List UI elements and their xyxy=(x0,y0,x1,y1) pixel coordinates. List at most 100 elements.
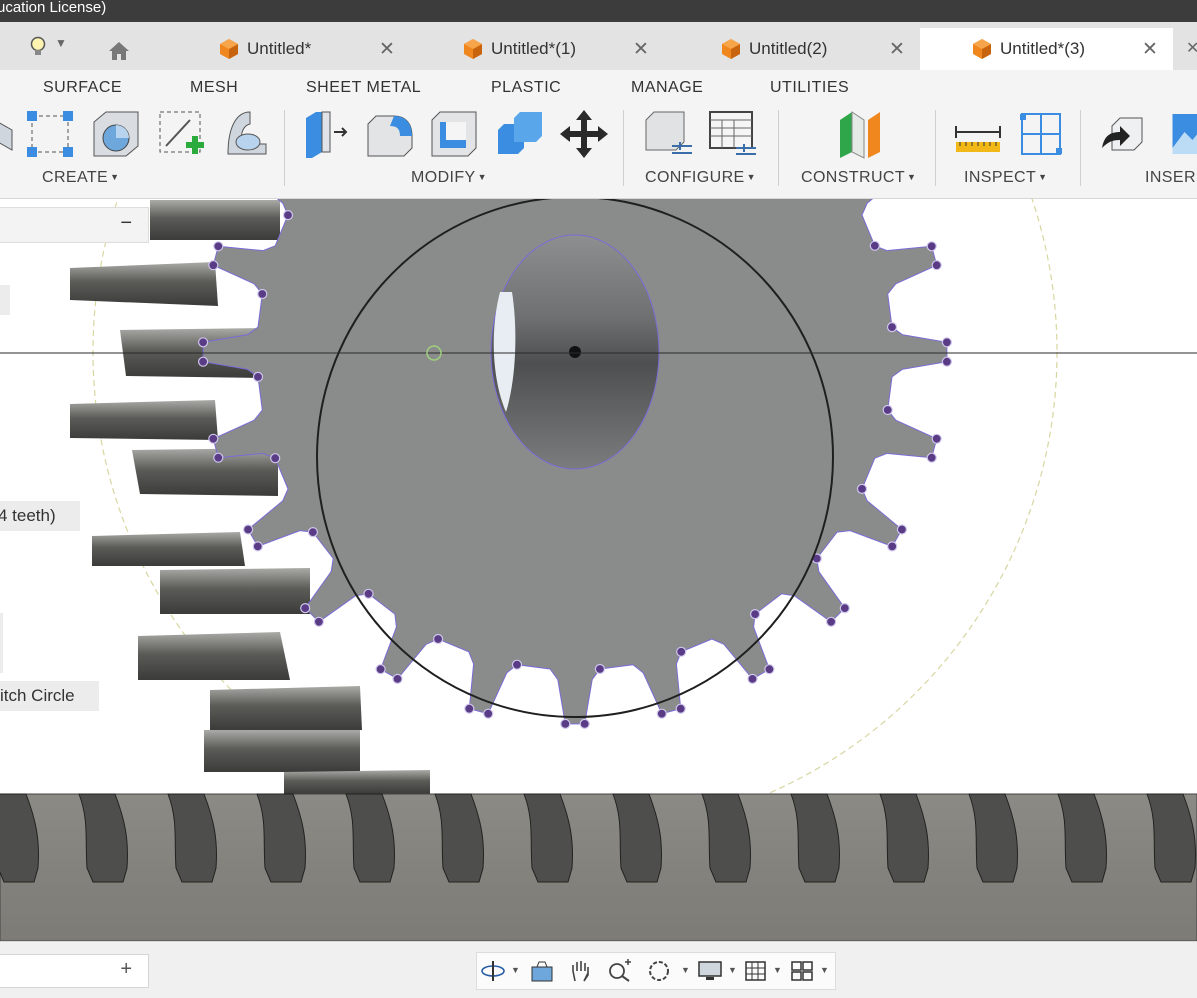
sketch-point[interactable] xyxy=(301,604,310,613)
group-configure[interactable]: CONFIGURE▼ xyxy=(645,169,756,187)
sketch-point[interactable] xyxy=(199,357,208,366)
sketch-point[interactable] xyxy=(765,665,774,674)
fit-icon[interactable] xyxy=(647,959,673,983)
sketch-point[interactable] xyxy=(897,525,906,534)
comments-panel[interactable]: + xyxy=(0,954,149,988)
sketch-point[interactable] xyxy=(254,372,263,381)
sketch-point[interactable] xyxy=(883,406,892,415)
chevron-down-icon[interactable]: ▼ xyxy=(681,965,690,975)
home-icon[interactable] xyxy=(107,40,131,67)
sketch-point[interactable] xyxy=(513,660,522,669)
add-comment-button[interactable]: + xyxy=(120,958,132,981)
group-insert[interactable]: INSER xyxy=(1145,169,1196,187)
create-cylinder-icon[interactable] xyxy=(90,108,142,160)
sketch-point[interactable] xyxy=(888,323,897,332)
tab-untitled-1[interactable]: Untitled*(1) ✕ xyxy=(449,28,669,70)
orbit-icon[interactable] xyxy=(480,959,506,983)
close-icon[interactable]: ✕ xyxy=(633,38,649,61)
sketch-point[interactable] xyxy=(314,617,323,626)
sketch-point[interactable] xyxy=(657,709,666,718)
look-at-icon[interactable] xyxy=(529,959,555,983)
browser-item-pitch-circle[interactable]: itch Circle xyxy=(0,681,99,711)
sketch-point[interactable] xyxy=(561,719,570,728)
more-tabs-icon[interactable]: ✕ xyxy=(1186,38,1197,58)
tab-plastic[interactable]: PLASTIC xyxy=(491,79,561,97)
configure-parameter-icon[interactable] xyxy=(642,108,694,160)
chevron-down-icon[interactable]: ▼ xyxy=(773,965,782,975)
section-analysis-icon[interactable] xyxy=(1016,108,1068,160)
sketch-point[interactable] xyxy=(580,719,589,728)
measure-icon[interactable] xyxy=(952,108,1004,160)
sketch-point[interactable] xyxy=(284,211,293,220)
create-form-icon[interactable] xyxy=(0,108,14,160)
sketch-point[interactable] xyxy=(595,665,604,674)
shell-icon[interactable] xyxy=(428,108,480,160)
sketch-point[interactable] xyxy=(271,454,280,463)
sketch-point[interactable] xyxy=(434,635,443,644)
pan-icon[interactable] xyxy=(567,959,593,983)
sketch-point[interactable] xyxy=(244,525,253,534)
group-inspect[interactable]: INSPECT▼ xyxy=(964,169,1047,187)
move-icon[interactable] xyxy=(558,108,610,160)
sketch-point[interactable] xyxy=(393,674,402,683)
grid-icon[interactable] xyxy=(743,959,769,983)
sketch-point[interactable] xyxy=(927,453,936,462)
sketch-point[interactable] xyxy=(927,242,936,251)
sketch-point[interactable] xyxy=(870,241,879,250)
close-icon[interactable]: ✕ xyxy=(379,38,395,61)
chevron-down-icon[interactable]: ▼ xyxy=(55,36,67,50)
sketch-point[interactable] xyxy=(258,290,267,299)
tab-mesh[interactable]: MESH xyxy=(190,79,238,97)
construct-plane-icon[interactable] xyxy=(832,108,884,160)
tab-untitled[interactable]: Untitled* ✕ xyxy=(205,28,405,70)
sketch-point[interactable] xyxy=(376,665,385,674)
sketch-point[interactable] xyxy=(214,242,223,251)
create-sketch-plus-icon[interactable] xyxy=(156,108,208,160)
sketch-point[interactable] xyxy=(827,617,836,626)
sketch-point[interactable] xyxy=(942,338,951,347)
insert-canvas-icon[interactable] xyxy=(1162,108,1197,160)
sketch-point[interactable] xyxy=(858,484,867,493)
model-scene[interactable] xyxy=(0,199,1197,941)
configure-table-icon[interactable] xyxy=(706,108,758,160)
sketch-point[interactable] xyxy=(209,261,218,270)
fillet-icon[interactable] xyxy=(364,108,416,160)
chevron-down-icon[interactable]: ▼ xyxy=(728,965,737,975)
tab-surface[interactable]: SURFACE xyxy=(43,79,122,97)
tab-utilities[interactable]: UTILITIES xyxy=(770,79,849,97)
sketch-point[interactable] xyxy=(364,589,373,598)
tab-untitled-3[interactable]: Untitled*(3) ✕ xyxy=(920,28,1173,70)
lightbulb-icon[interactable] xyxy=(28,35,48,64)
group-create[interactable]: CREATE▼ xyxy=(42,169,119,187)
display-icon[interactable] xyxy=(697,959,723,983)
tab-sheet-metal[interactable]: SHEET METAL xyxy=(306,79,421,97)
sketch-point[interactable] xyxy=(748,674,757,683)
create-pipe-icon[interactable] xyxy=(220,108,272,160)
sketch-point[interactable] xyxy=(199,338,208,347)
sketch-point[interactable] xyxy=(214,453,223,462)
close-icon[interactable]: ✕ xyxy=(889,38,905,61)
group-construct[interactable]: CONSTRUCT▼ xyxy=(801,169,916,187)
sketch-point[interactable] xyxy=(677,647,686,656)
sketch-point[interactable] xyxy=(308,528,317,537)
zoom-icon[interactable] xyxy=(607,959,633,983)
sketch-point[interactable] xyxy=(676,704,685,713)
close-icon[interactable]: ✕ xyxy=(1142,38,1158,61)
collapse-button[interactable]: − xyxy=(120,212,132,235)
sketch-point[interactable] xyxy=(253,542,262,551)
viewports-icon[interactable] xyxy=(789,959,815,983)
browser-item-teeth[interactable]: 4 teeth) xyxy=(0,501,80,531)
create-box-sketch-icon[interactable] xyxy=(24,108,76,160)
insert-derive-icon[interactable] xyxy=(1098,108,1150,160)
chevron-down-icon[interactable]: ▼ xyxy=(820,965,829,975)
sketch-point[interactable] xyxy=(484,709,493,718)
chevron-down-icon[interactable]: ▼ xyxy=(511,965,520,975)
sketch-point[interactable] xyxy=(888,542,897,551)
tab-untitled-2[interactable]: Untitled(2) ✕ xyxy=(707,28,917,70)
press-pull-icon[interactable] xyxy=(300,108,352,160)
sketch-point[interactable] xyxy=(751,610,760,619)
tab-manage[interactable]: MANAGE xyxy=(631,79,703,97)
sketch-point[interactable] xyxy=(942,357,951,366)
sketch-point[interactable] xyxy=(209,434,218,443)
canvas-viewport[interactable]: − 4 teeth) itch Circle xyxy=(0,199,1197,941)
